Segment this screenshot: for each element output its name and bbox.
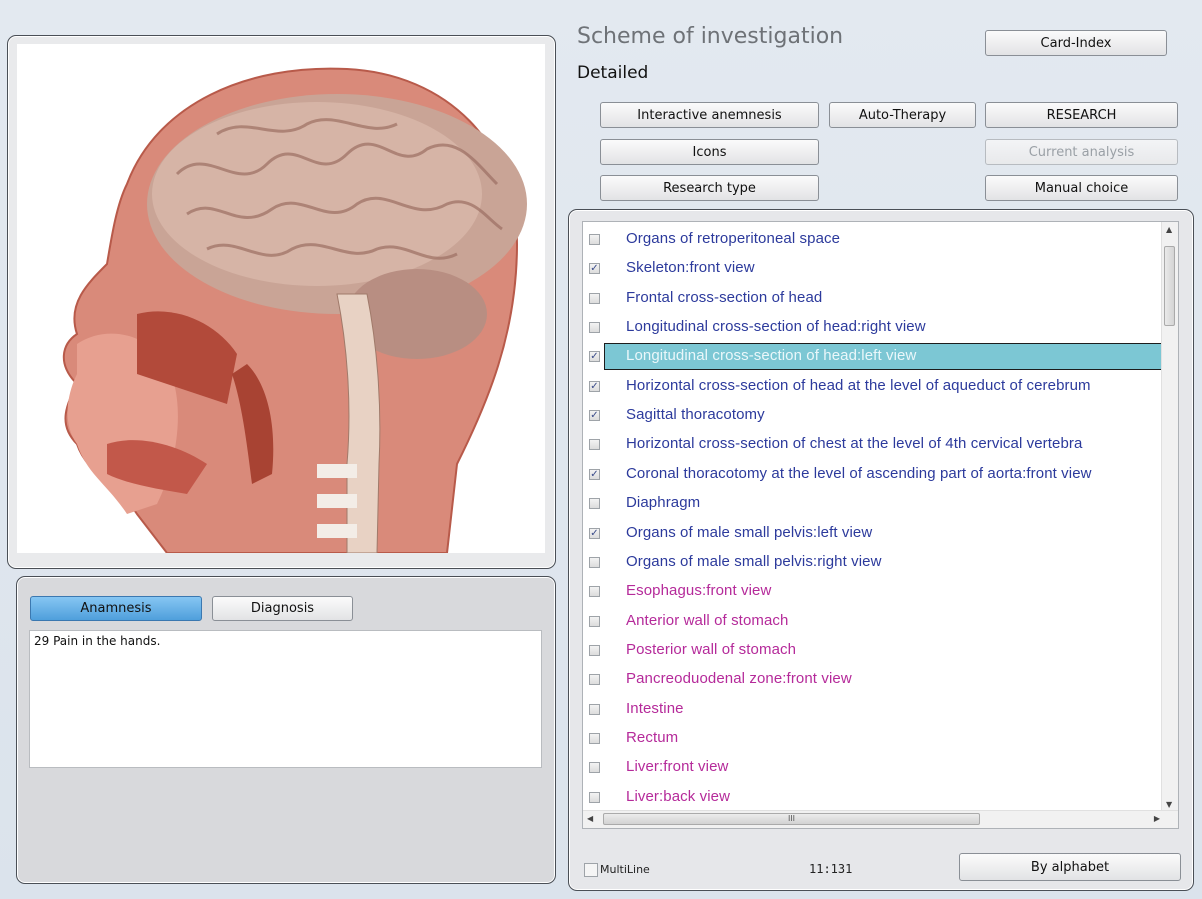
list-item[interactable]: Liver:back view [583, 784, 1163, 813]
list-item-label: Organs of male small pelvis:left view [626, 523, 873, 541]
current-analysis-button[interactable]: Current analysis [985, 139, 1178, 165]
list-item[interactable]: Diaphragm [583, 490, 1163, 519]
list-item-checkbox[interactable]: ✓ [589, 410, 600, 422]
list-item-label: Esophagus:front view [626, 582, 772, 600]
tab-diagnosis[interactable]: Diagnosis [212, 596, 353, 621]
vertical-scroll-thumb[interactable] [1164, 246, 1175, 326]
list-item-label: Rectum [626, 728, 679, 746]
anamnesis-text-area[interactable]: 29 Pain in the hands. [29, 630, 542, 768]
list-item-label: Posterior wall of stomach [626, 640, 797, 658]
manual-choice-button[interactable]: Manual choice [985, 175, 1178, 201]
anamnesis-panel: Anamnesis Diagnosis 29 Pain in the hands… [16, 576, 556, 884]
scroll-right-arrow-icon[interactable]: ▶ [1154, 814, 1160, 823]
item-counter: 11:131 [809, 862, 853, 876]
list-item-label: Skeleton:front view [626, 259, 755, 277]
list-item-label: Liver:front view [626, 758, 729, 776]
list-item-label: Organs of retroperitoneal space [626, 230, 841, 247]
list-item-checkbox[interactable] [589, 791, 600, 803]
list-item-checkbox[interactable] [589, 556, 600, 568]
list-item-checkbox[interactable]: ✓ [589, 468, 600, 480]
list-item-checkbox[interactable] [589, 674, 600, 686]
auto-therapy-button[interactable]: Auto-Therapy [829, 102, 976, 128]
by-alphabet-button[interactable]: By alphabet [959, 853, 1181, 881]
list-item-label: Pancreoduodenal zone:front view [626, 670, 852, 688]
list-item-checkbox[interactable] [589, 292, 600, 304]
card-index-button[interactable]: Card-Index [985, 30, 1167, 56]
mode-label: Detailed [577, 63, 649, 83]
list-item[interactable]: ✓ Longitudinal cross-section of head:left… [583, 343, 1163, 372]
list-item[interactable]: Pancreoduodenal zone:front view [583, 666, 1163, 695]
list-item-checkbox[interactable] [589, 586, 600, 598]
list-item-label: Anterior wall of stomach [626, 611, 789, 629]
investigation-list[interactable]: Organs of retroperitoneal space ✓ Skeleton… [582, 221, 1179, 829]
list-item[interactable]: ✓ Sagittal thoracotomy [583, 402, 1163, 431]
list-item[interactable]: Longitudinal cross-section of head:right… [583, 314, 1163, 343]
horizontal-scroll-thumb[interactable]: III [603, 813, 980, 825]
list-item-checkbox[interactable] [589, 498, 600, 510]
list-item[interactable]: Rectum [583, 725, 1163, 754]
list-item[interactable]: Posterior wall of stomach [583, 637, 1163, 666]
list-item-checkbox[interactable] [589, 703, 600, 715]
list-item-checkbox[interactable]: ✓ [589, 351, 600, 363]
anatomy-image [17, 44, 545, 553]
list-item-label: Intestine [626, 699, 684, 717]
multiline-checkbox[interactable] [584, 863, 598, 877]
list-item-checkbox[interactable]: ✓ [589, 527, 600, 539]
list-item[interactable]: Organs of retroperitoneal space [583, 226, 1163, 255]
list-item[interactable]: Intestine [583, 696, 1163, 725]
list-item-label: Organs of male small pelvis:right view [626, 552, 882, 570]
list-item-checkbox[interactable] [589, 762, 600, 774]
list-item-checkbox[interactable]: ✓ [589, 380, 600, 392]
page-title: Scheme of investigation [577, 24, 844, 49]
scroll-down-arrow-icon[interactable]: ▼ [1166, 800, 1172, 809]
list-item[interactable]: ✓ Coronal thoracotomy at the level of asc… [583, 461, 1163, 490]
anatomy-image-panel [7, 35, 556, 569]
vertical-scrollbar[interactable]: ▲ ▼ [1161, 222, 1178, 812]
list-item-label: Horizontal cross-section of head at the … [626, 376, 1091, 394]
list-item-checkbox[interactable] [589, 322, 600, 334]
scroll-left-arrow-icon[interactable]: ◀ [587, 814, 593, 823]
list-item[interactable]: ✓ Organs of male small pelvis:left view [583, 520, 1163, 549]
list-item[interactable]: Horizontal cross-section of chest at the… [583, 431, 1163, 460]
list-item[interactable]: ✓ Horizontal cross-section of head at the… [583, 373, 1163, 402]
list-item[interactable]: Organs of male small pelvis:right view [583, 549, 1163, 578]
research-type-button[interactable]: Research type [600, 175, 819, 201]
investigation-list-panel: Organs of retroperitoneal space ✓ Skeleton… [568, 209, 1194, 891]
list-item[interactable]: Esophagus:front view [583, 578, 1163, 607]
icons-button[interactable]: Icons [600, 139, 819, 165]
list-item-checkbox[interactable] [589, 732, 600, 744]
list-item-label: Liver:back view [626, 787, 731, 805]
list-item[interactable]: Anterior wall of stomach [583, 608, 1163, 637]
list-item-label: Sagittal thoracotomy [626, 406, 765, 424]
scroll-up-arrow-icon[interactable]: ▲ [1166, 225, 1172, 234]
anamnesis-text: 29 Pain in the hands. [34, 634, 161, 648]
horizontal-scrollbar[interactable]: ◀ III ▶ [583, 810, 1178, 828]
list-item[interactable]: Frontal cross-section of head [583, 285, 1163, 314]
list-item-checkbox[interactable] [589, 644, 600, 656]
list-item-label: Coronal thoracotomy at the level of asce… [626, 464, 1092, 482]
interactive-anamnesis-button[interactable]: Interactive anemnesis [600, 102, 819, 128]
list-item-label: Horizontal cross-section of chest at the… [626, 435, 1083, 453]
list-item-label: Longitudinal cross-section of head:right… [626, 318, 926, 336]
tab-anamnesis[interactable]: Anamnesis [30, 596, 202, 621]
list-item-checkbox[interactable]: ✓ [589, 263, 600, 275]
list-item[interactable]: ✓ Skeleton:front view [583, 255, 1163, 284]
list-item-checkbox[interactable] [589, 234, 600, 245]
list-item-label: Frontal cross-section of head [626, 288, 823, 306]
list-item-checkbox[interactable] [589, 439, 600, 451]
list-item-checkbox[interactable] [589, 615, 600, 627]
list-item[interactable]: Liver:front view [583, 754, 1163, 783]
research-button[interactable]: RESEARCH [985, 102, 1178, 128]
list-item-label: Longitudinal cross-section of head:left … [626, 347, 917, 365]
multiline-label: MultiLine [600, 863, 650, 876]
list-item-label: Diaphragm [626, 494, 701, 512]
